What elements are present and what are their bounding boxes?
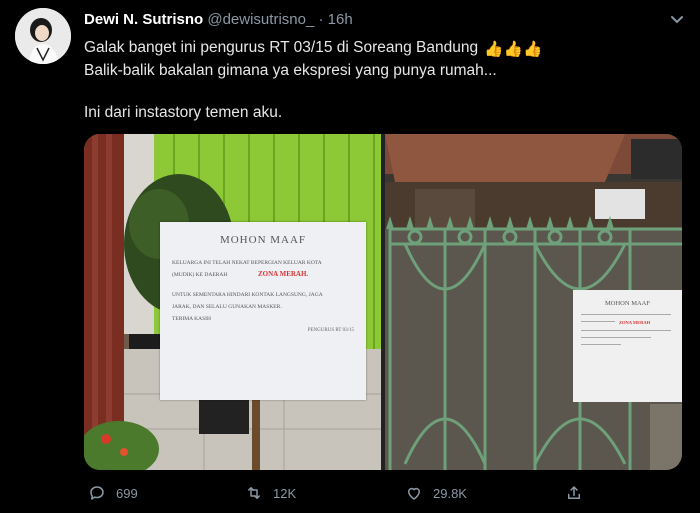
timestamp[interactable]: 16h — [328, 11, 353, 28]
retweet-button[interactable]: 12K — [245, 484, 296, 502]
notice-text-line — [581, 344, 621, 345]
tweet-text: Galak banget ini pengurus RT 03/15 di So… — [84, 37, 674, 123]
notice-text-line — [581, 337, 651, 338]
notice-text-line — [581, 314, 671, 315]
tweet-header: Dewi N. Sutrisno @dewisutrisno_ · 16h — [84, 11, 353, 28]
author-name[interactable]: Dewi N. Sutrisno — [84, 11, 203, 28]
notice-text-line — [581, 330, 671, 331]
retweet-count: 12K — [273, 485, 297, 501]
notice-paper-left: MOHON MAAF KELUARGA INI TELAH NEKAT BEPE… — [160, 222, 366, 400]
retweet-icon — [248, 487, 260, 499]
notice-zona-merah: ZONA MERAH. — [258, 270, 309, 278]
author-handle[interactable]: @dewisutrisno_ — [207, 11, 314, 28]
reply-button[interactable]: 699 — [88, 484, 138, 502]
separator-dot: · — [318, 11, 324, 28]
avatar[interactable] — [15, 8, 71, 64]
notice-line-5: TERIMA KASIH — [172, 316, 211, 322]
tweet-actions: 699 12K 29.8K — [0, 484, 700, 506]
notice-line-4: JARAK, DAN SELALU GUNAKAN MASKER. — [172, 304, 282, 310]
notice-paper-right: MOHON MAAF ZONA MERAH — [573, 290, 682, 402]
tweet-text-line-4: Ini dari instastory temen aku. — [84, 104, 283, 121]
notice-line-1: KELUARGA INI TELAH NEKAT BEPERGIAN KELUA… — [172, 260, 322, 266]
notice-line-3: UNTUK SEMENTARA HINDARI KONTAK LANGSUNG,… — [172, 292, 323, 298]
media-photo-left[interactable]: MOHON MAAF KELUARGA INI TELAH NEKAT BEPE… — [84, 134, 381, 470]
notice-title-small: MOHON MAAF — [605, 300, 650, 307]
share-icon — [568, 486, 580, 499]
notice-line-2: (MUDIK) KE DAERAH — [172, 272, 228, 278]
notice-zona-merah-small: ZONA MERAH — [619, 320, 651, 325]
like-button[interactable]: 29.8K — [405, 484, 467, 502]
media-photo-right[interactable]: MOHON MAAF ZONA MERAH — [385, 134, 682, 470]
reply-icon — [90, 486, 104, 500]
notice-title: MOHON MAAF — [219, 234, 307, 246]
tweet-text-line-1: Galak banget ini pengurus RT 03/15 di So… — [84, 39, 479, 56]
share-button[interactable] — [565, 484, 593, 502]
reply-count: 699 — [116, 485, 138, 501]
heart-icon — [408, 487, 420, 500]
notice-signature: PENGURUS RT 03/15 — [307, 328, 354, 333]
tweet-text-line-2: Balik-balik bakalan gimana ya ekspresi y… — [84, 62, 497, 79]
like-count: 29.8K — [433, 485, 467, 501]
thumbs-up-emoji: 👍👍👍 — [484, 41, 543, 58]
tweet-media[interactable]: MOHON MAAF KELUARGA INI TELAH NEKAT BEPE… — [84, 134, 682, 470]
notice-text-line — [581, 321, 615, 322]
chevron-down-icon[interactable] — [668, 10, 686, 28]
